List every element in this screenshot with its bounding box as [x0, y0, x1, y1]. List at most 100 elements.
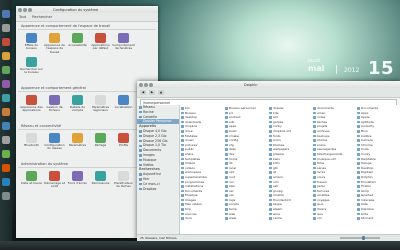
settings-item[interactable]: Accessibilité: [66, 32, 89, 56]
settings-icon[interactable]: [2, 94, 10, 102]
settings-item[interactable]: Bluetooth: [20, 132, 43, 156]
maximize-icon[interactable]: [28, 7, 32, 12]
settings-item[interactable]: Date et heure: [20, 170, 43, 194]
settings-grid: Effets du bureau Apparence de l'espace de…: [16, 30, 158, 84]
terminal-icon[interactable]: [2, 24, 10, 32]
settings-item[interactable]: Comportement de fenêtres: [112, 32, 135, 56]
folder-icon: [356, 203, 360, 207]
overview-button[interactable]: Tout: [19, 15, 26, 19]
folder-icon: [312, 107, 316, 110]
settings-item-label: Profils: [118, 143, 129, 147]
settings-item[interactable]: Fond d'écran: [66, 170, 89, 194]
folder-icon: [356, 111, 360, 115]
forward-button[interactable]: ▶: [149, 90, 155, 95]
folder-icon: [138, 120, 142, 124]
files-title: Dolphin: [244, 82, 258, 87]
settings-item[interactable]: Paramètres: [66, 132, 89, 156]
folder-icon: [138, 130, 142, 133]
maximize-icon[interactable]: [149, 82, 153, 87]
settings-item-label: Paramètres: [68, 143, 87, 147]
folder-icon: [268, 171, 272, 174]
settings-item-icon: [49, 33, 60, 43]
folder-icon: [312, 120, 316, 124]
folder-icon: [268, 107, 272, 110]
folder-icon: [224, 203, 228, 207]
back-button[interactable]: ◀: [140, 90, 146, 95]
office-icon[interactable]: [2, 122, 10, 130]
settings-item[interactable]: Paramètres régionaux: [89, 94, 112, 118]
folder-icon: [180, 111, 184, 115]
settings-item[interactable]: Apparence de l'espace de travail: [43, 32, 66, 56]
launcher-icon[interactable]: [2, 10, 10, 18]
trash-icon[interactable]: [2, 192, 10, 200]
folder-icon: [224, 166, 228, 170]
settings-item[interactable]: Planificateur de tâches: [112, 170, 135, 194]
settings-titlebar[interactable]: Configuration du système: [16, 6, 158, 13]
settings-item[interactable]: Gestion de fichiers: [43, 94, 66, 118]
settings-item-label: Applications par défaut: [91, 43, 110, 51]
folder-icon: [180, 157, 184, 161]
photo-icon[interactable]: [2, 178, 10, 186]
disk-icon[interactable]: [2, 136, 10, 144]
zoom-knob[interactable]: [362, 235, 365, 240]
settings-item[interactable]: Rechercher sur le bureau: [20, 56, 43, 80]
file-item[interactable]: Ktorrent: [356, 216, 400, 221]
zoom-slider[interactable]: [340, 235, 380, 240]
settings-item-label: Détails du compte: [69, 105, 86, 113]
settings-item[interactable]: Effets du bureau: [20, 32, 43, 56]
minimize-icon[interactable]: [23, 7, 27, 12]
folder-icon: [312, 175, 316, 179]
folder-icon: [312, 152, 316, 156]
folder-icon: [268, 180, 272, 184]
settings-item-label: Paramètres régionaux: [91, 105, 110, 113]
settings-item[interactable]: Démarrage et arrêt: [43, 170, 66, 194]
files-titlebar[interactable]: Dolphin: [137, 81, 400, 88]
file-item[interactable]: cache: [268, 216, 318, 221]
folder-icon: [268, 189, 272, 193]
media-icon[interactable]: [2, 80, 10, 88]
network-icon[interactable]: [2, 150, 10, 158]
settings-item[interactable]: Applications par défaut: [89, 32, 112, 56]
minimize-icon[interactable]: [144, 82, 148, 87]
search-button[interactable]: Rechercher: [32, 15, 52, 19]
folder-icon: [224, 148, 228, 151]
folder-icon: [356, 198, 360, 202]
settings-item[interactable]: Configuration du réseau: [43, 132, 66, 156]
chat-icon[interactable]: [2, 66, 10, 74]
folder-icon: [356, 129, 360, 133]
mail-icon[interactable]: [2, 108, 10, 116]
settings-item-icon: [72, 171, 83, 181]
music-icon[interactable]: [2, 164, 10, 172]
folder-icon: [356, 120, 360, 124]
place-item[interactable]: Dropbox: [137, 187, 179, 192]
close-icon[interactable]: [18, 7, 22, 12]
folder-icon: [312, 171, 316, 174]
settings-item[interactable]: Apparence des applications: [20, 94, 43, 118]
file-item[interactable]: vm: [312, 216, 362, 221]
folder-icon: [224, 171, 228, 174]
folder-icon: [180, 180, 184, 184]
settings-item-icon: [72, 95, 83, 105]
file-item[interactable]: docs: [180, 216, 230, 221]
folder-icon: [268, 217, 272, 220]
section-title: Réseau et connectivité: [18, 122, 156, 130]
settings-item[interactable]: Partage: [89, 132, 112, 156]
folder-icon: [180, 171, 184, 174]
folder-icon: [268, 143, 272, 147]
settings-item-icon: [72, 33, 83, 43]
settings-item-icon: [118, 133, 129, 143]
folder-icon: [224, 152, 228, 156]
up-button[interactable]: ▲: [158, 90, 164, 95]
folder-icon: [356, 175, 360, 179]
close-icon[interactable]: [139, 82, 143, 87]
folder-icon: [356, 212, 360, 216]
file-item[interactable]: www: [224, 216, 274, 221]
settings-item[interactable]: Localisation: [112, 94, 135, 118]
folder-icon[interactable]: [2, 52, 10, 60]
settings-item-label: Apparence des applications: [20, 105, 43, 113]
settings-item[interactable]: Profils: [112, 132, 135, 156]
settings-item[interactable]: Détails du compte: [66, 94, 89, 118]
browser-icon[interactable]: [2, 38, 10, 46]
settings-item[interactable]: Permissions: [89, 170, 112, 194]
folder-icon: [224, 175, 228, 179]
